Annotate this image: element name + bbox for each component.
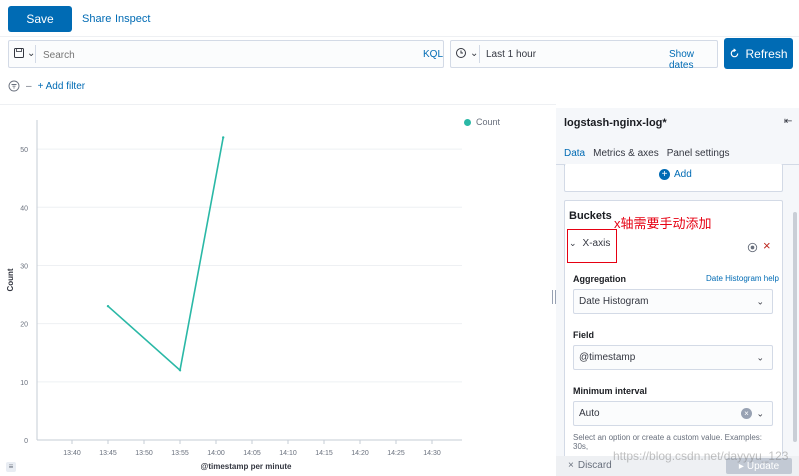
x-axis-title: @timestamp per minute [201, 462, 292, 471]
inspect-link[interactable]: Inspect [115, 13, 150, 25]
discard-button[interactable]: × Discard [568, 460, 612, 471]
quick-menu-button[interactable]: ⌄ [455, 47, 478, 59]
series-points [106, 136, 225, 372]
toolbar-divider [0, 36, 799, 37]
add-filter-link[interactable]: + Add filter [38, 81, 86, 92]
remove-bucket-icon[interactable]: × [763, 239, 771, 252]
x-tick-label: 13:45 [99, 450, 117, 457]
x-tick-label: 14:25 [387, 450, 405, 457]
collapse-sidebar-icon[interactable]: ⇤ [784, 116, 792, 127]
watermark: https://blog.csdn.net/dayyyu_123 [613, 449, 789, 463]
buckets-card: Buckets x轴需要手动添加 ⌄ X-axis × Aggregation … [564, 200, 783, 476]
refresh-button[interactable]: Refresh [724, 38, 793, 69]
query-divider [35, 45, 36, 63]
kql-toggle[interactable]: KQL [423, 49, 443, 60]
add-metric-button[interactable]: + Add [659, 169, 692, 180]
interval-value: Auto [579, 408, 600, 419]
interval-label: Minimum interval [573, 386, 648, 396]
x-tick-label: 14:30 [423, 450, 441, 457]
legend-toggle-icon[interactable]: ≡ [6, 462, 16, 472]
data-point [106, 304, 110, 308]
plus-circle-icon: + [659, 169, 670, 180]
chevron-down-icon: ⌄ [756, 408, 764, 418]
saved-query-icon [14, 48, 24, 58]
query-bar: ⌄ KQL [8, 40, 444, 68]
filter-bar: – + Add filter [8, 80, 85, 92]
y-tick-label: 0 [24, 438, 28, 445]
y-tick-label: 30 [20, 263, 28, 270]
y-tick-label: 20 [20, 322, 28, 329]
time-picker: ⌄ Last 1 hour Show dates [450, 40, 718, 71]
chart-grid [37, 148, 462, 441]
chevron-down-icon: ⌄ [470, 47, 479, 59]
annotation-note: x轴需要手动添加 [614, 216, 712, 231]
filter-separator: – [26, 80, 32, 92]
x-tick-label: 13:50 [135, 450, 153, 457]
refresh-icon [731, 48, 739, 58]
x-tick-label: 14:05 [243, 450, 261, 457]
aggregation-help-link[interactable]: Date Histogram help [706, 274, 779, 283]
calendar-clock-icon [456, 48, 466, 58]
x-tick-label: 14:10 [279, 450, 297, 457]
aggregation-select[interactable]: Date Histogram ⌄ [573, 289, 773, 314]
refresh-label: Refresh [745, 46, 788, 61]
editor-sidebar: logstash-nginx-log* ⇤ Data Metrics & axe… [556, 108, 799, 476]
y-tick-label: 10 [20, 380, 28, 387]
search-input[interactable] [41, 44, 415, 66]
chevron-down-icon: ⌄ [756, 352, 764, 362]
chevron-down-icon: ⌄ [756, 296, 764, 306]
content-divider [0, 104, 556, 105]
aggregation-label: Aggregation [573, 274, 626, 284]
legend-swatch [464, 118, 471, 126]
field-select[interactable]: @timestamp ⌄ [573, 345, 773, 370]
x-tick-label: 13:55 [171, 450, 189, 457]
x-tick-label: 14:00 [207, 450, 225, 457]
aggregation-value: Date Histogram [579, 296, 649, 307]
show-dates-link[interactable]: Show dates [669, 49, 717, 71]
share-link[interactable]: Share [82, 13, 111, 25]
clear-icon[interactable]: × [741, 408, 752, 419]
y-axis-title: Count [6, 268, 15, 291]
field-label: Field [573, 330, 595, 340]
save-button[interactable]: Save [8, 6, 72, 32]
data-point [178, 368, 182, 372]
legend-label: Count [476, 117, 501, 127]
series-line-count [107, 137, 224, 372]
sidebar-scrollbar[interactable] [793, 212, 797, 442]
time-divider [479, 45, 480, 63]
interval-combobox[interactable]: Auto × ⌄ [573, 401, 773, 426]
x-axis-ticks: 13:40 13:45 13:50 13:55 14:00 14:05 14:10 14:15… [63, 440, 441, 457]
legend-item-count[interactable]: Count [464, 117, 500, 127]
saved-query-menu[interactable]: ⌄ [13, 47, 35, 59]
y-tick-label: 40 [20, 205, 28, 212]
field-value: @timestamp [579, 352, 636, 363]
y-tick-label: 50 [20, 147, 28, 154]
line-chart: 0 10 20 30 40 50 13:40 13:45 13:50 13:55 14:00 14:… [6, 120, 462, 471]
annotation-highlight-box [567, 229, 617, 263]
x-tick-label: 14:15 [315, 450, 333, 457]
x-tick-label: 14:20 [351, 450, 369, 457]
eye-icon[interactable] [747, 242, 758, 253]
data-point [222, 136, 225, 139]
filter-options-icon[interactable] [8, 80, 20, 92]
index-pattern-title: logstash-nginx-log* [564, 117, 667, 129]
time-range-label[interactable]: Last 1 hour [486, 49, 536, 60]
x-tick-label: 13:40 [63, 450, 81, 457]
close-icon: × [568, 460, 574, 471]
buckets-title: Buckets [569, 210, 612, 222]
y-axis-ticks: 0 10 20 30 40 50 [20, 147, 28, 445]
metrics-card: + Add [564, 164, 783, 192]
add-label: Add [674, 169, 692, 180]
discard-label: Discard [577, 460, 612, 471]
